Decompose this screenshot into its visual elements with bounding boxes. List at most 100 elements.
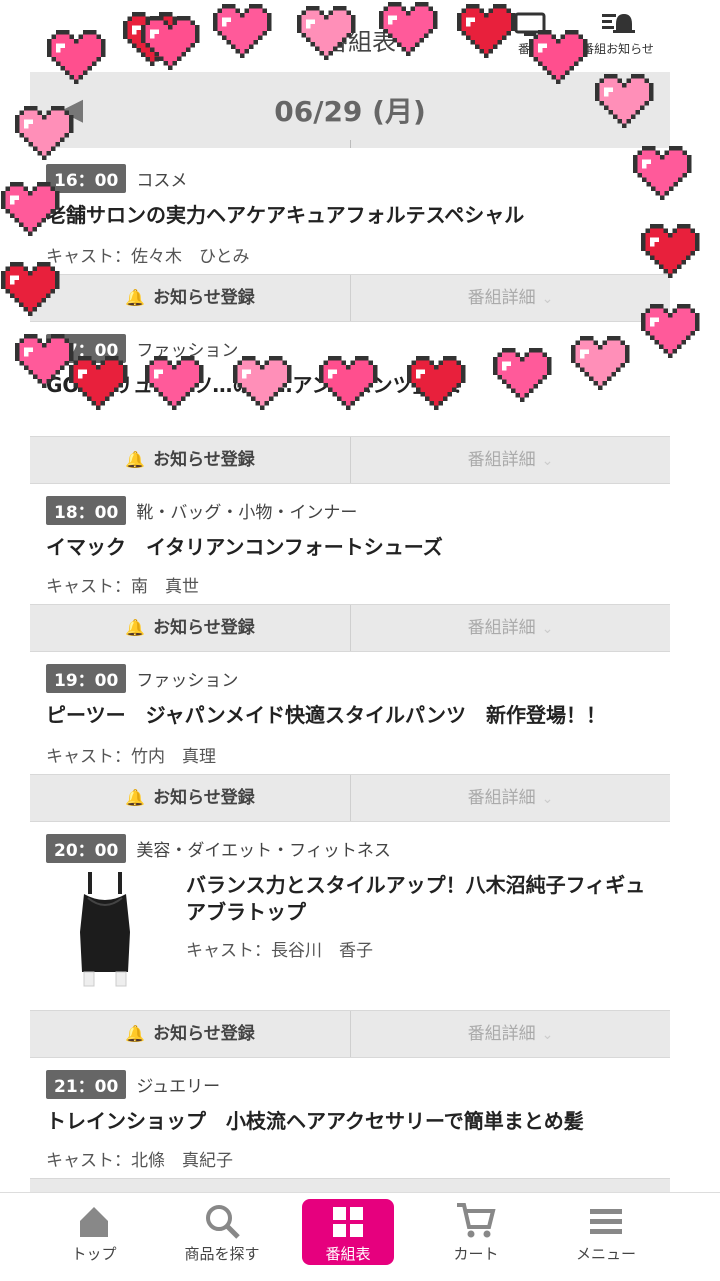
program-cast: キャスト：佐々木 ひとみ: [46, 247, 250, 267]
heart-icon: [594, 74, 654, 128]
heart-icon: [528, 30, 588, 84]
heart-icon: [456, 4, 516, 58]
program-category: コスメ: [136, 171, 188, 191]
program-actions: 🔔 お知らせ登録 番組詳細 ⌄: [30, 774, 670, 822]
program-head: 17：00 ファッション: [46, 334, 238, 363]
program-notify-label: 番組お知らせ: [582, 42, 654, 56]
program-detail-button[interactable]: 番組詳細 ⌄: [351, 605, 670, 651]
program-item: 19：00 ファッション ピーツー ジャパンメイド快適スタイルパンツ 新作登場！！…: [30, 652, 670, 822]
heart-icon: [68, 356, 128, 410]
bell-icon: 🔔: [125, 1024, 146, 1043]
heart-icon: [570, 336, 630, 390]
program-head: 18：00 靴・バッグ・小物・インナー: [46, 496, 358, 525]
notify-register-button[interactable]: 🔔 お知らせ登録: [30, 275, 350, 321]
product-image[interactable]: [70, 872, 140, 992]
heart-icon: [318, 356, 378, 410]
heart-icon: [0, 262, 60, 316]
heart-icon: [14, 334, 74, 388]
program-head: 16：00 コスメ: [46, 164, 188, 193]
heart-icon: [14, 106, 74, 160]
tab-home[interactable]: トップ: [34, 1201, 154, 1264]
bottom-tab-bar: トップ 商品を探す 番組表 カート メニュー: [0, 1192, 720, 1281]
heart-icon: [0, 182, 60, 236]
hamburger-icon: [546, 1201, 666, 1243]
bell-icon: 🔔: [125, 450, 146, 469]
program-cast: キャスト：北條 真紀子: [46, 1151, 233, 1171]
program-detail-label: 番組詳細: [467, 618, 536, 638]
tab-schedule-label: 番組表: [325, 1245, 371, 1263]
time-badge: 21：00: [46, 1070, 127, 1099]
heart-icon: [492, 348, 552, 402]
program-category: ジュエリー: [136, 1077, 221, 1097]
heart-icon: [640, 224, 700, 278]
program-detail-label: 番組詳細: [467, 450, 536, 470]
chevron-down-icon: ⌄: [541, 791, 554, 807]
tab-schedule[interactable]: 番組表: [302, 1199, 394, 1265]
notify-register-label: お知らせ登録: [153, 450, 255, 470]
notify-register-button[interactable]: 🔔 お知らせ登録: [30, 605, 350, 651]
program-category: 美容・ダイエット・フィットネス: [136, 841, 391, 861]
program-actions: 🔔 お知らせ登録 番組詳細 ⌄: [30, 274, 670, 322]
time-badge: 18：00: [46, 496, 127, 525]
program-detail-label: 番組詳細: [467, 1024, 536, 1044]
chevron-down-icon: ⌄: [541, 1027, 554, 1043]
notify-register-label: お知らせ登録: [153, 1024, 255, 1044]
program-title[interactable]: イマック イタリアンコンフォートシューズ: [46, 534, 650, 561]
bell-icon: 🔔: [125, 788, 146, 807]
heart-icon: [212, 4, 272, 58]
program-title[interactable]: 老舗サロンの実力ヘアケアキュアフォルテスペシャル: [46, 202, 650, 229]
program-detail-button[interactable]: 番組詳細 ⌄: [351, 1011, 670, 1057]
program-actions: [30, 1178, 670, 1192]
program-item: 16：00 コスメ 老舗サロンの実力ヘアケアキュアフォルテスペシャル キャスト：佐…: [30, 152, 670, 322]
program-head: 20：00 美容・ダイエット・フィットネス: [46, 834, 391, 863]
notify-register-button[interactable]: 🔔 お知らせ登録: [30, 437, 350, 483]
program-actions: 🔔 お知らせ登録 番組詳細 ⌄: [30, 1010, 670, 1058]
heart-icon: [296, 6, 356, 60]
time-badge: 19：00: [46, 664, 127, 693]
heart-icon: [140, 16, 200, 70]
current-date: 06/29 (月): [274, 95, 426, 128]
heart-icon: [232, 356, 292, 410]
program-cast: キャスト：竹内 真理: [46, 747, 216, 767]
tab-search-label: 商品を探す: [184, 1245, 260, 1263]
tab-menu-label: メニュー: [575, 1245, 636, 1263]
heart-icon: [632, 146, 692, 200]
tab-search[interactable]: 商品を探す: [162, 1201, 282, 1264]
notify-register-label: お知らせ登録: [153, 288, 255, 308]
program-title[interactable]: ピーツー ジャパンメイド快適スタイルパンツ 新作登場！！: [46, 702, 650, 729]
list-bell-icon: [578, 10, 658, 40]
program-detail-button[interactable]: 番組詳細 ⌄: [351, 275, 670, 321]
heart-icon: [378, 2, 438, 56]
program-category: 靴・バッグ・小物・インナー: [136, 503, 358, 523]
tab-home-label: トップ: [71, 1245, 117, 1263]
time-badge: 20：00: [46, 834, 127, 863]
program-category: ファッション: [136, 671, 239, 691]
notify-register-label: お知らせ登録: [153, 618, 255, 638]
app-header: 番組表 番組 番組お知らせ: [0, 0, 720, 70]
program-actions: 🔔 お知らせ登録 番組詳細 ⌄: [30, 436, 670, 484]
tab-cart-label: カート: [453, 1245, 499, 1263]
heart-icon: [406, 356, 466, 410]
program-detail-button[interactable]: 番組詳細 ⌄: [351, 775, 670, 821]
program-detail-label: 番組詳細: [467, 788, 536, 808]
program-notify-button[interactable]: 番組お知らせ: [578, 10, 658, 57]
program-actions: 🔔 お知らせ登録 番組詳細 ⌄: [30, 604, 670, 652]
program-title[interactable]: トレインショップ 小枝流ヘアアクセサリーで簡単まとめ髪: [46, 1108, 650, 1135]
bell-icon: 🔔: [125, 288, 146, 307]
notify-register-button[interactable]: 🔔 お知らせ登録: [30, 1011, 350, 1057]
chevron-down-icon: ⌄: [541, 453, 554, 469]
cart-icon: [416, 1201, 536, 1243]
tab-cart[interactable]: カート: [416, 1201, 536, 1264]
home-icon: [34, 1201, 154, 1243]
heart-icon: [144, 356, 204, 410]
program-title[interactable]: バランス力とスタイルアップ！八木沼純子フィギュアブラトップ: [186, 872, 650, 926]
search-icon: [162, 1201, 282, 1243]
program-head: 19：00 ファッション: [46, 664, 239, 693]
program-head: 21：00 ジュエリー: [46, 1070, 221, 1099]
notify-register-button[interactable]: 🔔 お知らせ登録: [30, 775, 350, 821]
program-item: 20：00 美容・ダイエット・フィットネス バランス力とスタイルアップ！八木沼純子…: [30, 822, 670, 1058]
notify-register-label: お知らせ登録: [153, 788, 255, 808]
program-item: 18：00 靴・バッグ・小物・インナー イマック イタリアンコンフォートシューズ …: [30, 484, 670, 652]
program-detail-button[interactable]: 番組詳細 ⌄: [351, 437, 670, 483]
tab-menu[interactable]: メニュー: [546, 1201, 666, 1264]
